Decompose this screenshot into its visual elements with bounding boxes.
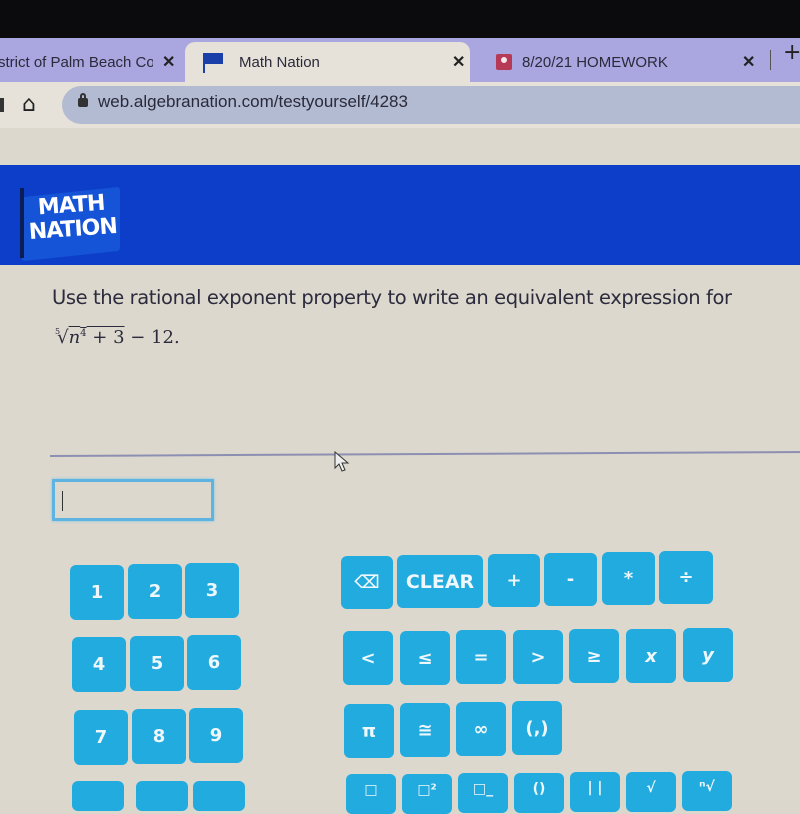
subscript-key[interactable]: □_ [458,773,508,813]
question-expression: 5√n4 + 3 − 12. [55,327,180,348]
equals-key-label: = [473,646,489,668]
equals-key[interactable]: = [456,630,506,684]
close-icon[interactable]: ✕ [742,52,755,72]
infinity-key-label: ∞ [473,718,489,740]
key-9-label: 9 [209,725,223,746]
greater-than-key-label: > [530,646,546,668]
key-5[interactable]: 5 [130,636,184,691]
absolute-value-key-label: | | [587,780,603,796]
congruent-key[interactable]: ≅ [400,703,450,757]
key-bottom-row-0[interactable] [72,781,124,811]
nth-root-key[interactable]: ⁿ√ [682,771,732,811]
ordered-pair-key-label: (,) [525,717,549,739]
root-index: 5 [55,327,61,336]
tab-palm-beach[interactable]: strict of Palm Beach Cou ✕ [0,42,185,82]
backspace-key[interactable]: ⌫ [341,556,393,609]
y-variable-key-label: y [702,644,714,666]
key-4-label: 4 [92,654,106,675]
header-banner [0,165,800,265]
greater-equal-key-label: ≥ [586,645,602,667]
greater-than-key[interactable]: > [513,630,563,684]
square-root-key-label: √ [646,780,656,796]
key-8[interactable]: 8 [132,709,186,764]
less-equal-key-label: ≤ [417,647,433,669]
parentheses-key-label: () [532,781,546,797]
key-6[interactable]: 6 [187,635,241,690]
key-7[interactable]: 7 [74,710,128,765]
y-variable-key[interactable]: y [683,628,733,682]
key-3[interactable]: 3 [185,563,239,618]
congruent-key-label: ≅ [417,719,433,741]
clear-key[interactable]: CLEAR [397,555,483,608]
tab-homework[interactable]: 8/20/21 HOMEWORK ✕ [480,42,770,82]
parentheses-key[interactable]: () [514,773,564,813]
x-variable-key-label: x [645,645,657,667]
text-caret [62,491,63,511]
question-prompt: Use the rational exponent property to wr… [52,286,732,309]
screen-bezel [0,0,800,40]
pi-key[interactable]: π [344,704,394,758]
math-nation-logo[interactable]: MATH NATION [20,186,120,262]
pi-key-label: π [361,720,377,742]
key-8-label: 8 [152,726,166,747]
fraction-key-label: □ [364,782,378,798]
key-1[interactable]: 1 [70,565,124,620]
backspace-icon: ⌫ [354,572,380,593]
absolute-value-key[interactable]: | | [570,772,620,812]
minus-key-label: - [566,569,575,590]
square-root-key[interactable]: √ [626,772,676,812]
infinity-key[interactable]: ∞ [456,702,506,756]
clear-key-label: CLEAR [405,570,475,593]
key-6-label: 6 [207,652,221,673]
radicand: n4 + 3 [68,327,125,348]
less-than-key-label: < [360,647,376,669]
fraction-key[interactable]: □ [346,774,396,814]
x-variable-key[interactable]: x [626,629,676,683]
key-5-label: 5 [150,653,164,674]
new-tab-button[interactable]: + [783,40,800,65]
key-2[interactable]: 2 [128,564,182,619]
close-icon[interactable]: ✕ [452,52,465,72]
google-classroom-icon [496,54,512,70]
key-3-label: 3 [205,580,219,601]
nth-root-key-label: ⁿ√ [699,779,715,795]
mouse-cursor-icon [334,451,350,472]
exponent-key-label: □² [417,782,437,798]
key-2-label: 2 [148,581,162,602]
answer-input[interactable] [52,479,214,521]
minus-key[interactable]: - [544,553,597,606]
key-7-label: 7 [94,727,108,748]
divide-key-label: ÷ [678,567,694,588]
tab-label: strict of Palm Beach Cou [0,53,153,71]
back-button-edge[interactable] [0,98,4,112]
url-text[interactable]: web.algebranation.com/testyourself/4283 [98,92,408,112]
less-than-key[interactable]: < [343,631,393,685]
key-bottom-row-2[interactable] [193,781,245,811]
multiply-key-label: * [623,568,634,589]
plus-key-label: + [506,570,522,591]
close-icon[interactable]: ✕ [162,52,175,72]
key-1-label: 1 [90,582,104,603]
key-4[interactable]: 4 [72,637,126,692]
lock-icon [78,93,88,107]
key-bottom-row-1[interactable] [136,781,188,811]
expression-tail: − 12. [124,327,180,348]
less-equal-key[interactable]: ≤ [400,631,450,685]
flag-icon [203,51,225,73]
plus-key[interactable]: + [488,554,540,607]
ordered-pair-key[interactable]: (,) [512,701,562,755]
tab-label: 8/20/21 HOMEWORK [522,53,668,71]
key-9[interactable]: 9 [189,708,243,763]
tab-divider [770,50,771,70]
home-icon[interactable]: ⌂ [22,92,36,117]
exponent-key[interactable]: □² [402,774,452,814]
subscript-key-label: □_ [472,781,494,797]
multiply-key[interactable]: * [602,552,655,605]
tab-label: Math Nation [239,53,320,71]
tab-math-nation[interactable]: Math Nation ✕ [185,42,470,82]
divide-key[interactable]: ÷ [659,551,713,604]
greater-equal-key[interactable]: ≥ [569,629,619,683]
